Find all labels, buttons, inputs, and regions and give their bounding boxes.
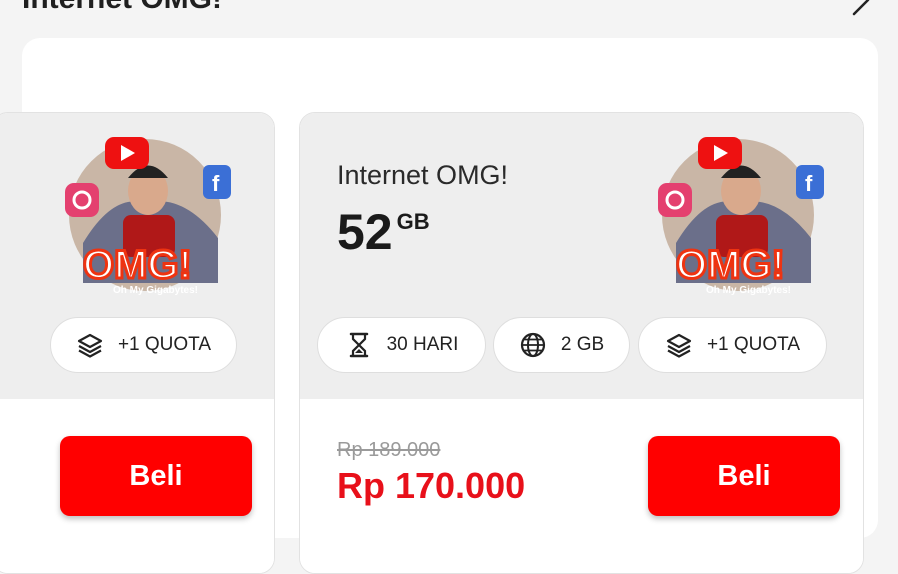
omg-promo-image: f OMG! Oh My Gigabytes! <box>65 137 231 295</box>
chip-label: 2 GB <box>560 334 605 355</box>
omg-promo-image: f OMG! Oh My Gigabytes! <box>658 137 824 295</box>
quota-chip: +1 QUOTA <box>638 317 827 373</box>
svg-text:f: f <box>805 171 813 196</box>
chip-label: +1 QUOTA <box>706 334 801 355</box>
quota-chip: +1 QUOTA <box>50 317 237 373</box>
omg-logo-text: OMG! <box>676 243 785 287</box>
package-size-unit: GB <box>396 209 430 234</box>
layers-icon <box>77 333 103 358</box>
chip-label: 30 HARI <box>386 334 459 355</box>
chip-label: +1 QUOTA <box>117 334 212 355</box>
globe-icon <box>520 332 545 358</box>
package-card-header: f OMG! Oh My Gigabytes! +1 QUOTA <box>0 113 274 399</box>
package-name: Internet OMG! <box>337 160 509 190</box>
package-size-value: 52 <box>337 204 393 260</box>
omg-tagline: Oh My Gigabytes! <box>706 285 791 295</box>
package-card-footer: Beli <box>0 399 274 573</box>
package-card-footer: Rp 189.000 Rp 170.000 Beli <box>300 399 863 573</box>
hourglass-icon <box>349 332 368 358</box>
package-card-header: Internet OMG! 52 GB f OMG! Oh My Gigabyt… <box>300 113 863 399</box>
svg-text:f: f <box>212 171 220 196</box>
package-size: 52 GB <box>337 207 430 257</box>
original-price: Rp 189.000 <box>337 439 441 461</box>
chevron-right-icon[interactable] <box>850 0 872 16</box>
layers-icon <box>666 333 692 358</box>
data-chip: 2 GB <box>493 317 630 373</box>
omg-logo-text: OMG! <box>83 243 192 287</box>
buy-button[interactable]: Beli <box>648 436 840 516</box>
package-carousel: f OMG! Oh My Gigabytes! +1 QUOTA Beli In… <box>0 38 878 574</box>
discount-price: Rp 170.000 <box>337 465 526 506</box>
omg-tagline: Oh My Gigabytes! <box>113 285 198 295</box>
buy-button[interactable]: Beli <box>60 436 252 516</box>
validity-chip: 30 HARI <box>317 317 486 373</box>
section-title: Internet OMG! <box>22 0 222 16</box>
